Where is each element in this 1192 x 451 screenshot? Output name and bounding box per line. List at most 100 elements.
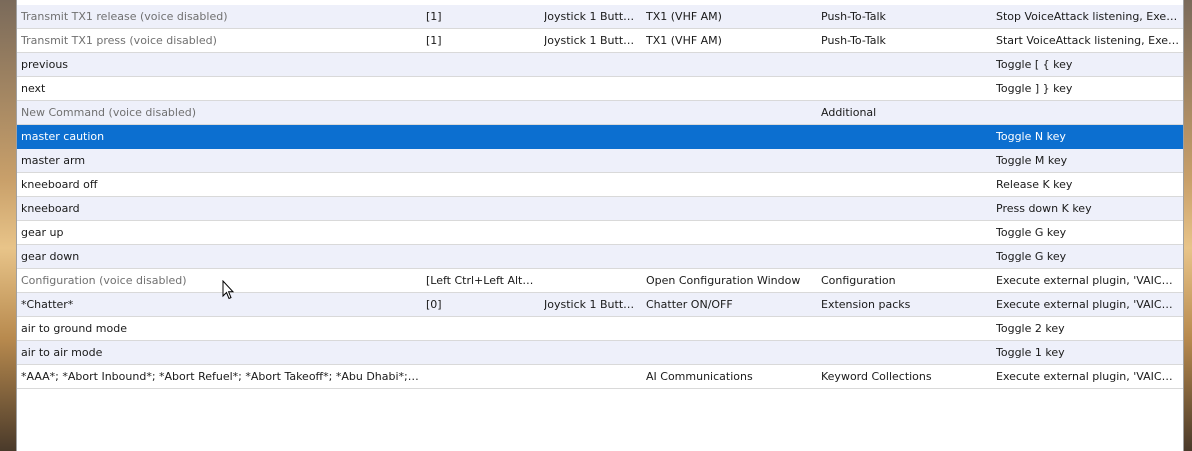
joystick-binding-cell [544, 341, 636, 364]
command-name-cell: *AAA*; *Abort Inbound*; *Abort Refuel*; … [21, 370, 421, 383]
command-action-cell: Toggle M key [996, 154, 1068, 167]
table-row[interactable]: previous Toggle [ { key [17, 53, 1183, 77]
hotkey-cell [426, 125, 536, 148]
command-action-cell: Release K key [996, 178, 1073, 191]
command-category-cell [821, 53, 991, 76]
command-name-cell: air to air mode [21, 346, 103, 359]
command-action-cell: Toggle ] } key [996, 82, 1073, 95]
hotkey-cell: [1] [426, 10, 442, 23]
command-category-cell [821, 317, 991, 340]
command-description-cell: Open Configuration Window [646, 274, 801, 287]
table-row[interactable]: Configuration (voice disabled) [Left Ctrl… [17, 269, 1183, 293]
command-description-cell: TX1 (VHF AM) [646, 10, 722, 23]
command-name-cell: Transmit TX1 press (voice disabled) [21, 34, 217, 47]
command-action-cell: Execute external plugin, 'VAICOM ... [996, 274, 1180, 287]
hotkey-cell [426, 365, 536, 388]
joystick-binding-cell: Joystick 1 Butto... [544, 10, 636, 23]
joystick-binding-cell [544, 365, 636, 388]
command-category-cell [821, 221, 991, 244]
joystick-binding-cell [544, 197, 636, 220]
table-row[interactable]: air to ground mode Toggle 2 key [17, 317, 1183, 341]
command-description-cell [646, 77, 816, 100]
command-action-cell: Toggle 1 key [996, 346, 1065, 359]
command-description-cell: AI Communications [646, 370, 753, 383]
command-category-cell [821, 125, 991, 148]
joystick-binding-cell [544, 53, 636, 76]
joystick-binding-cell [544, 221, 636, 244]
joystick-binding-cell [544, 317, 636, 340]
table-row[interactable]: master arm Toggle M key [17, 149, 1183, 173]
command-name-cell: *Chatter* [21, 298, 74, 311]
command-list[interactable]: Transmit TX1 release (voice disabled) [1]… [16, 0, 1184, 451]
command-action-cell [996, 101, 1180, 124]
hotkey-cell [426, 101, 536, 124]
table-row[interactable]: gear down Toggle G key [17, 245, 1183, 269]
command-description-cell: TX1 (VHF AM) [646, 34, 722, 47]
joystick-binding-cell [544, 149, 636, 172]
command-action-cell: Toggle 2 key [996, 322, 1065, 335]
table-row-selected[interactable]: master caution Toggle N key [17, 125, 1183, 149]
table-row[interactable]: air to air mode Toggle 1 key [17, 341, 1183, 365]
table-row[interactable]: next Toggle ] } key [17, 77, 1183, 101]
command-name-cell: next [21, 82, 46, 95]
command-action-cell: Toggle N key [996, 130, 1066, 143]
hotkey-cell [426, 77, 536, 100]
command-name-cell: gear down [21, 250, 80, 263]
command-category-cell: Configuration [821, 274, 896, 287]
command-category-cell: Push-To-Talk [821, 34, 886, 47]
joystick-binding-cell: Joystick 1 Butto... [544, 298, 636, 311]
command-description-cell [646, 221, 816, 244]
table-row[interactable]: Transmit TX1 press (voice disabled) [1] Jo… [17, 29, 1183, 53]
command-action-cell: Toggle [ { key [996, 58, 1073, 71]
command-category-cell [821, 173, 991, 196]
command-name-cell: Transmit TX1 release (voice disabled) [21, 10, 228, 23]
command-action-cell: Toggle G key [996, 226, 1067, 239]
table-row[interactable]: kneeboard Press down K key [17, 197, 1183, 221]
command-category-cell: Additional [821, 106, 877, 119]
hotkey-cell: [Left Ctrl+Left Alt+C] [426, 274, 536, 287]
joystick-binding-cell [544, 101, 636, 124]
command-action-cell: Execute external plugin, 'VAICOM ... [996, 370, 1180, 383]
joystick-binding-cell [544, 269, 636, 292]
mouse-pointer-icon [222, 280, 234, 300]
hotkey-cell [426, 245, 536, 268]
table-row[interactable]: *AAA*; *Abort Inbound*; *Abort Refuel*; … [17, 365, 1183, 389]
command-description-cell [646, 245, 816, 268]
hotkey-cell [426, 341, 536, 364]
command-name-cell: kneeboard [21, 202, 80, 215]
command-description-cell [646, 53, 816, 76]
command-name-cell: air to ground mode [21, 322, 127, 335]
command-name-cell: Configuration (voice disabled) [21, 274, 187, 287]
command-category-cell [821, 245, 991, 268]
command-name-cell: previous [21, 58, 69, 71]
table-row[interactable]: *Chatter* [0] Joystick 1 Butto... Chatter O… [17, 293, 1183, 317]
table-row[interactable]: kneeboard off Release K key [17, 173, 1183, 197]
command-category-cell [821, 149, 991, 172]
command-name-cell: kneeboard off [21, 178, 98, 191]
hotkey-cell [426, 221, 536, 244]
command-category-cell [821, 341, 991, 364]
command-category-cell: Push-To-Talk [821, 10, 886, 23]
hotkey-cell [426, 173, 536, 196]
hotkey-cell [426, 197, 536, 220]
command-action-cell: Execute external plugin, 'VAICOM ... [996, 298, 1180, 311]
command-description-cell [646, 341, 816, 364]
command-description-cell [646, 173, 816, 196]
command-name-cell: master arm [21, 154, 86, 167]
joystick-binding-cell [544, 173, 636, 196]
command-action-cell: Press down K key [996, 202, 1092, 215]
table-row[interactable]: Transmit TX1 release (voice disabled) [1]… [17, 5, 1183, 29]
command-category-cell [821, 197, 991, 220]
table-row[interactable]: New Command (voice disabled) Additional [17, 101, 1183, 125]
command-name-cell: gear up [21, 226, 64, 239]
command-description-cell [646, 317, 816, 340]
joystick-binding-cell [544, 77, 636, 100]
command-action-cell: Start VoiceAttack listening, Execut... [996, 34, 1180, 47]
command-description-cell [646, 149, 816, 172]
command-category-cell: Keyword Collections [821, 370, 932, 383]
hotkey-cell: [0] [426, 298, 442, 311]
table-row[interactable]: gear up Toggle G key [17, 221, 1183, 245]
command-category-cell: Extension packs [821, 298, 911, 311]
hotkey-cell [426, 317, 536, 340]
command-category-cell [821, 77, 991, 100]
